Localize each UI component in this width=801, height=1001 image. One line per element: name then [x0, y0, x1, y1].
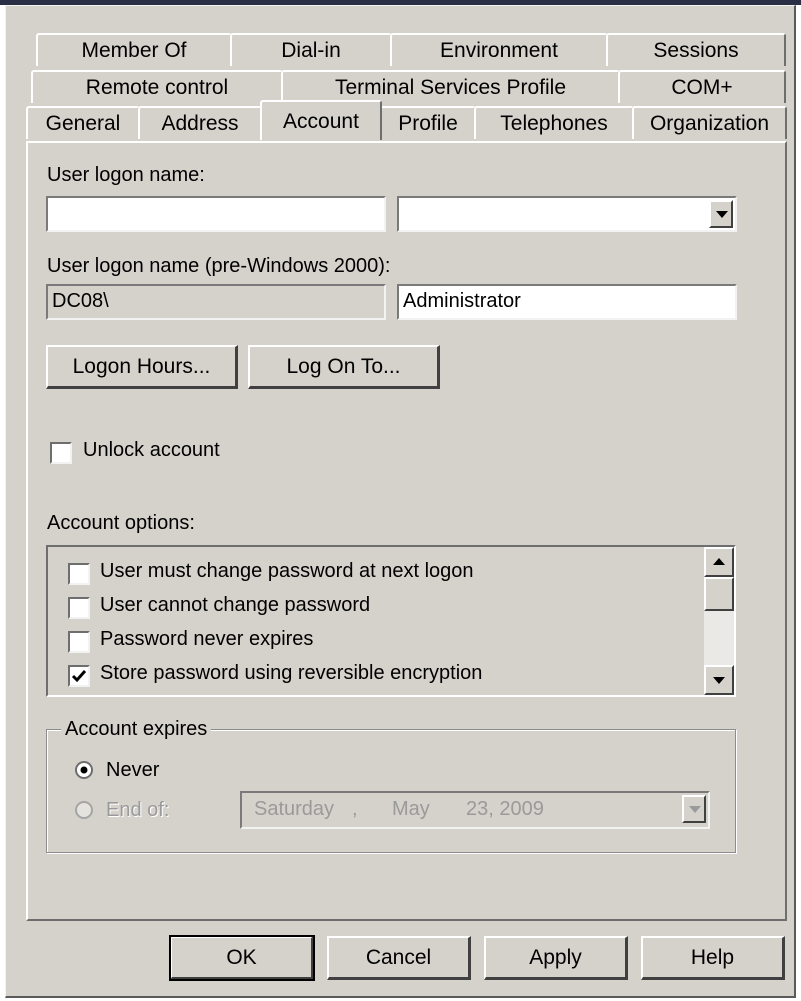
tab-sessions[interactable]: Sessions: [606, 33, 786, 66]
tab-dial-in[interactable]: Dial-in: [230, 33, 392, 66]
option-label: User cannot change password: [100, 594, 371, 616]
pre2000-username-input[interactable]: Administrator: [397, 284, 737, 320]
unlock-account-checkbox[interactable]: [50, 442, 72, 464]
upn-suffix-dropdown[interactable]: [397, 196, 737, 232]
account-options-list[interactable]: User must change password at next logon …: [46, 545, 736, 697]
date-dropdown-button[interactable]: [682, 795, 706, 823]
chevron-down-icon: [716, 211, 728, 218]
date-weekday: Saturday: [254, 798, 335, 820]
option-label: User must change password at next logon: [100, 560, 474, 582]
tab-member-of[interactable]: Member Of: [36, 33, 232, 66]
logon-hours-button[interactable]: Logon Hours...: [46, 345, 238, 389]
tab-remote-control[interactable]: Remote control: [31, 70, 283, 103]
tab-com-plus[interactable]: COM+: [618, 70, 786, 103]
log-on-to-button[interactable]: Log On To...: [248, 345, 440, 389]
chevron-down-icon: [689, 806, 701, 813]
option-checkbox[interactable]: [68, 631, 90, 653]
user-logon-name-input[interactable]: [46, 196, 386, 232]
expiry-date-picker[interactable]: Saturday , May 23, 2009: [240, 791, 710, 829]
pre-windows-2000-label: User logon name (pre-Windows 2000):: [47, 255, 391, 277]
end-of-label: End of:: [106, 799, 170, 821]
never-label: Never: [106, 759, 160, 781]
tab-organization[interactable]: Organization: [632, 106, 787, 139]
dropdown-arrow-button[interactable]: [709, 200, 733, 228]
option-checkbox[interactable]: [68, 665, 90, 687]
option-label: Store password using reversible encrypti…: [100, 662, 483, 684]
cancel-button[interactable]: Cancel: [327, 936, 471, 980]
option-checkbox[interactable]: [68, 563, 90, 585]
arrow-up-icon: [713, 558, 725, 565]
tab-address[interactable]: Address: [138, 106, 262, 139]
scroll-down-button[interactable]: [704, 665, 734, 695]
account-options-label: Account options:: [47, 512, 195, 534]
tab-profile[interactable]: Profile: [380, 106, 476, 139]
options-scrollbar[interactable]: [704, 547, 734, 695]
account-expires-legend: Account expires: [61, 718, 212, 741]
tab-terminal-services-profile[interactable]: Terminal Services Profile: [281, 70, 620, 103]
end-of-radio[interactable]: [74, 800, 94, 820]
help-button[interactable]: Help: [641, 936, 785, 980]
scroll-thumb[interactable]: [704, 577, 734, 611]
date-separator: ,: [352, 798, 358, 820]
user-logon-name-label: User logon name:: [47, 164, 205, 186]
date-day-year: 23, 2009: [466, 798, 544, 820]
ok-button[interactable]: OK: [169, 935, 315, 981]
arrow-down-icon: [713, 677, 725, 684]
apply-button[interactable]: Apply: [484, 936, 628, 980]
option-checkbox[interactable]: [68, 597, 90, 619]
date-month: May: [392, 798, 430, 820]
tab-account[interactable]: Account: [260, 100, 382, 140]
tab-telephones[interactable]: Telephones: [474, 106, 634, 139]
checkmark-icon: [71, 670, 87, 683]
option-label: Password never expires: [100, 628, 314, 650]
pre2000-domain-field: DC08\: [46, 284, 386, 320]
tab-environment[interactable]: Environment: [390, 33, 608, 66]
unlock-account-label: Unlock account: [83, 439, 220, 461]
never-radio[interactable]: [74, 760, 94, 780]
tab-general[interactable]: General: [26, 106, 140, 139]
scroll-up-button[interactable]: [704, 547, 734, 577]
